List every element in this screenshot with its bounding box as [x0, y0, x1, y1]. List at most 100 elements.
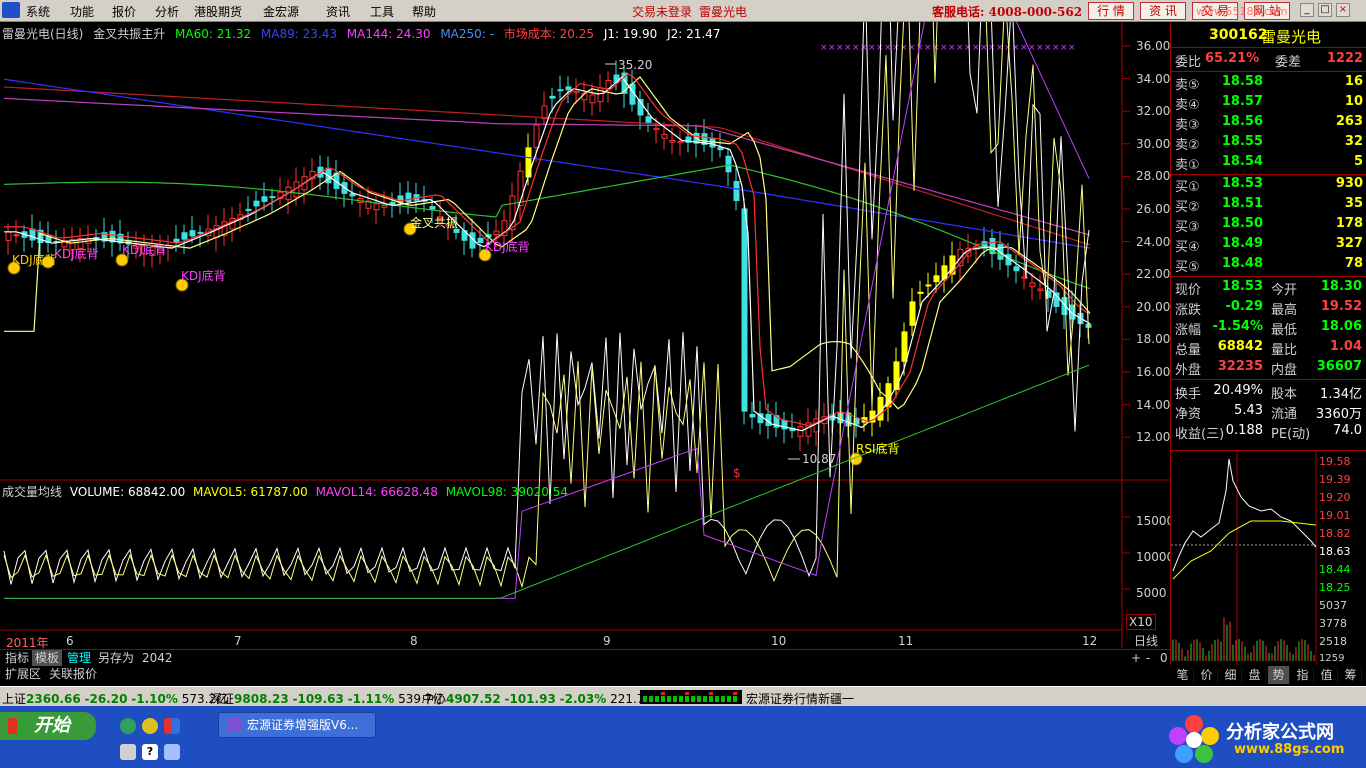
- ask-row-4[interactable]: 卖④ 18.57 10: [1171, 94, 1366, 114]
- display-icon[interactable]: [164, 744, 180, 760]
- stat-current-price: 18.53: [1221, 279, 1263, 294]
- tab-template[interactable]: 模板: [32, 650, 63, 667]
- stat-label: 总量: [1175, 343, 1202, 358]
- app-window-icon: [227, 718, 241, 732]
- bid-row-4[interactable]: 买④ 18.49 327: [1171, 236, 1366, 256]
- intraday-mini-chart[interactable]: 19.58 19.39 19.20 19.01 18.82 18.63 18.4…: [1170, 450, 1366, 665]
- candlestick: [349, 193, 356, 197]
- menu-function[interactable]: 功能: [70, 3, 94, 20]
- tab-price[interactable]: 价: [1196, 666, 1218, 684]
- candlestick: [933, 275, 940, 283]
- tab-detail[interactable]: 细: [1220, 666, 1242, 684]
- tab-manage[interactable]: 管理: [64, 650, 94, 667]
- news-ticker[interactable]: 宏源证券行情新疆一: [746, 690, 854, 707]
- divider: [1171, 379, 1366, 380]
- tab-extension[interactable]: 扩展区: [2, 666, 44, 683]
- minimize-icon[interactable]: _: [1300, 3, 1314, 17]
- keyboard-icon[interactable]: [120, 744, 136, 760]
- kline-chart-area[interactable]: × × × × × × × × × × × × × × × × × × × × × × × × × × × × × × × × 雷曼光电(日线…: [0, 22, 1174, 650]
- ask-row-1[interactable]: 卖① 18.54 5: [1171, 154, 1366, 174]
- news-button[interactable]: 资 讯: [1140, 2, 1186, 20]
- start-label: 开始: [34, 715, 70, 736]
- candlestick: [901, 331, 908, 362]
- tab-market[interactable]: 盘: [1244, 666, 1266, 684]
- candlestick: [381, 204, 388, 208]
- tab-tick[interactable]: 笔: [1172, 666, 1194, 684]
- menu-jinhongyuan[interactable]: 金宏源: [263, 3, 299, 20]
- signal-cross-icon: ×: [1060, 43, 1068, 53]
- tab-2042[interactable]: 2042: [139, 650, 176, 667]
- tab-trend[interactable]: 势: [1268, 666, 1290, 684]
- start-button[interactable]: 开始: [0, 712, 96, 740]
- candlestick: [541, 105, 548, 120]
- close-icon[interactable]: ×: [1336, 3, 1350, 17]
- legend-ma60: MA60: 21.32: [175, 27, 252, 41]
- intraday-avg-line: [1172, 520, 1317, 580]
- menu-quote[interactable]: 报价: [112, 3, 136, 20]
- sz-label: 深证: [210, 692, 235, 706]
- signal-cross-icon: ×: [948, 43, 956, 53]
- ask-row-2[interactable]: 卖② 18.55 32: [1171, 134, 1366, 154]
- bid-row-5[interactable]: 买⑤ 18.48 78: [1171, 256, 1366, 276]
- menu-tools[interactable]: 工具: [370, 3, 394, 20]
- tab-indicator[interactable]: 指标: [2, 650, 32, 667]
- candlestick: [189, 230, 196, 237]
- price-tick: 12.00: [1136, 430, 1171, 444]
- menu-news[interactable]: 资讯: [326, 3, 350, 20]
- browser-icon[interactable]: [120, 718, 136, 734]
- period-label[interactable]: 日线: [1134, 632, 1158, 649]
- ask-row-3[interactable]: 卖③ 18.56 263: [1171, 114, 1366, 134]
- menu-system[interactable]: 系统: [26, 3, 50, 20]
- tab-chips[interactable]: 筹: [1340, 666, 1362, 684]
- price-tick: 28.00: [1136, 169, 1171, 183]
- signal-cross-icon: ×: [852, 43, 860, 53]
- brand-title: 分析家公式网: [1226, 722, 1334, 743]
- sz-index[interactable]: 深证9808.23 -109.63 -1.11% 539.7亿: [210, 690, 444, 707]
- menu-help[interactable]: 帮助: [412, 3, 436, 20]
- tab-related-quotes[interactable]: 关联报价: [46, 666, 100, 683]
- mavol98-line: [4, 364, 1090, 599]
- maximize-icon[interactable]: □: [1318, 3, 1332, 17]
- candlestick: [245, 208, 252, 211]
- signal-cross-icon: ×: [964, 43, 972, 53]
- brand-watermark: 分析家公式网 www.88gs.com: [1164, 712, 1364, 766]
- taskbar-app-item[interactable]: 宏源证券增强版V6...: [218, 712, 376, 738]
- signal-cross-icon: ×: [876, 43, 884, 53]
- ask-price: 18.58: [1221, 74, 1263, 89]
- tab-value[interactable]: 值: [1316, 666, 1338, 684]
- menu-hk-futures[interactable]: 港股期货: [194, 3, 242, 20]
- zx-label: 中小: [422, 692, 447, 706]
- zoom-reset-button[interactable]: 0: [1157, 650, 1171, 667]
- bid-row-2[interactable]: 买② 18.51 35: [1171, 196, 1366, 216]
- low-price-annotation: 10.87: [802, 452, 837, 466]
- candlestick: [589, 94, 596, 104]
- tab-save-as[interactable]: 另存为: [95, 650, 137, 667]
- stat-outer-volume: 32235: [1217, 359, 1263, 374]
- watermark-text: www.55188.com: [1196, 5, 1288, 18]
- stat-label: 股本: [1271, 387, 1298, 402]
- price-tick: 36.00: [1136, 39, 1171, 53]
- quote-button[interactable]: 行 情: [1088, 2, 1134, 20]
- quote-header: 300162 雷曼光电: [1171, 22, 1366, 48]
- date-label: 8: [410, 634, 418, 648]
- menu-analysis[interactable]: 分析: [155, 3, 179, 20]
- zx-index[interactable]: 中小4907.52 -101.93 -2.03% 221.7亿: [422, 690, 656, 707]
- bid-row-3[interactable]: 买③ 18.50 178: [1171, 216, 1366, 236]
- ask-row-5[interactable]: 卖⑤ 18.58 16: [1171, 74, 1366, 94]
- stat-label: 流通: [1271, 407, 1298, 422]
- stat-high: 19.52: [1320, 299, 1362, 314]
- ask-label: 卖①: [1175, 158, 1200, 173]
- stat-total-volume: 68842: [1217, 339, 1263, 354]
- stat-label: 量比: [1271, 343, 1298, 358]
- app-icon[interactable]: [142, 718, 158, 734]
- zoom-out-button[interactable]: -: [1143, 650, 1153, 667]
- weibi-label: 委比: [1175, 55, 1202, 70]
- windows-icon[interactable]: [164, 718, 180, 734]
- bid-row-1[interactable]: 买① 18.53 930: [1171, 176, 1366, 196]
- zoom-in-button[interactable]: +: [1128, 650, 1144, 667]
- tab-index[interactable]: 指: [1292, 666, 1314, 684]
- volume-tick: 15000: [1136, 514, 1175, 528]
- sh-index[interactable]: 上证2360.66 -26.20 -1.10% 573.2亿: [2, 690, 228, 707]
- help-icon[interactable]: ?: [142, 744, 158, 760]
- market-breadth-bars: [640, 690, 742, 704]
